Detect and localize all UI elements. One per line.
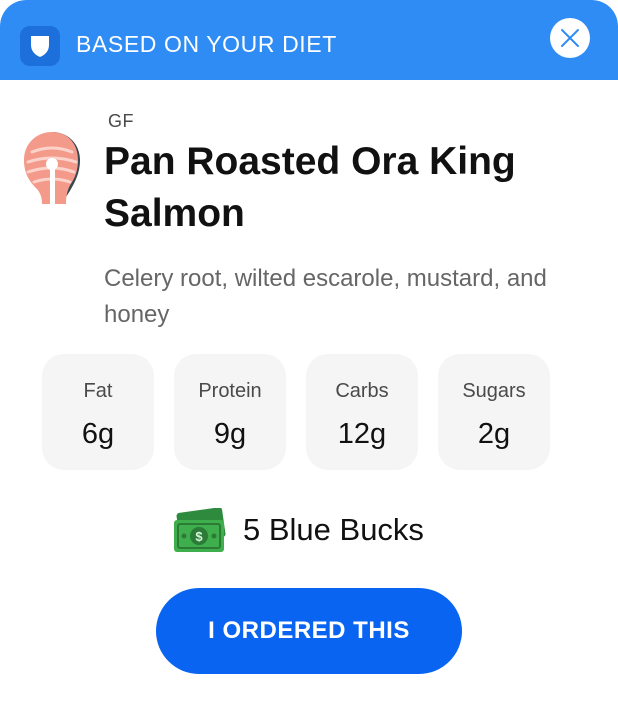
nutrient-value: 6g — [81, 418, 115, 450]
nutrient-label: Fat — [83, 380, 113, 402]
reward-label: 5 Blue Bucks — [243, 512, 424, 547]
dish-title: Pan Roasted Ora King Salmon — [104, 140, 516, 235]
nutrient-value: 9g — [213, 418, 247, 450]
dish-description: Celery root, wilted escarole, mustard, a… — [104, 265, 547, 328]
nutrient-label: Carbs — [335, 380, 389, 402]
svg-text:$: $ — [195, 529, 203, 544]
nutrient-value: 2g — [477, 418, 511, 450]
ordered-this-button[interactable]: I ORDERED THIS — [156, 588, 462, 674]
shield-icon — [20, 26, 60, 66]
nutrient-label: Protein — [198, 380, 262, 402]
nutrition-facts: Fat 6g Protein 9g Carbs 12g Sugars 2g — [42, 354, 552, 470]
nutrient-card-protein: Protein 9g — [174, 354, 286, 470]
nutrient-value: 12g — [337, 418, 387, 450]
dietary-tag: GF — [108, 111, 134, 131]
nutrient-card-fat: Fat 6g — [42, 354, 154, 470]
card-header: BASED ON YOUR DIET — [0, 0, 618, 80]
close-icon — [561, 29, 579, 47]
nutrient-label: Sugars — [462, 380, 526, 402]
close-button[interactable] — [550, 18, 590, 58]
nutrient-card-carbs: Carbs 12g — [306, 354, 418, 470]
header-title: BASED ON YOUR DIET — [76, 31, 337, 57]
money-icon: $ — [174, 508, 226, 552]
salmon-steak-icon — [24, 132, 80, 204]
diet-recommendation-card: BASED ON YOUR DIET GF Pan Roasted Ora Ki… — [0, 0, 618, 718]
nutrient-card-sugars: Sugars 2g — [438, 354, 550, 470]
